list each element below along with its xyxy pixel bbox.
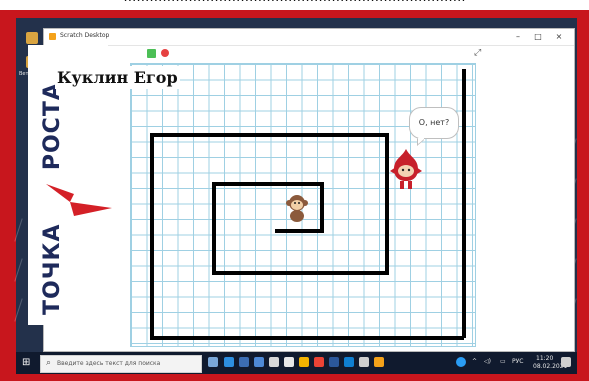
window-title: Scratch Desktop (60, 32, 110, 39)
red-creature-sprite-icon[interactable] (388, 147, 424, 191)
volume-icon[interactable]: ◁) (484, 358, 491, 365)
windows-start-icon[interactable]: ⊞ (22, 357, 33, 368)
help-icon[interactable] (456, 357, 466, 367)
network-icon[interactable]: ▭ (500, 358, 506, 365)
edge-icon[interactable] (224, 357, 234, 367)
minimize-button[interactable]: – (511, 31, 525, 42)
app-icon-2[interactable] (254, 357, 264, 367)
logo-word-rosta: РОСТА (40, 82, 65, 171)
notifications-icon[interactable] (561, 357, 571, 367)
taskbar: ⊞ ⌕ Введите здесь текст для поиска ^ ◁) … (16, 352, 577, 374)
chrome-icon[interactable] (314, 357, 324, 367)
folder-icon[interactable] (299, 357, 309, 367)
language-indicator[interactable]: РУС (512, 358, 523, 365)
desktop-folder-icon[interactable] (26, 32, 38, 44)
word-icon[interactable] (329, 357, 339, 367)
search-input[interactable]: Введите здесь текст для поиска (57, 360, 160, 367)
scratch-app-icon (49, 33, 56, 40)
close-button[interactable]: × (552, 31, 566, 42)
app-icon-1[interactable] (239, 357, 249, 367)
stop-button[interactable] (161, 49, 169, 57)
app-icon-3[interactable] (344, 357, 354, 367)
stage-toolbar: ⤢ (44, 46, 574, 62)
settings-icon[interactable] (359, 357, 369, 367)
speech-bubble: О, нет? (409, 107, 459, 139)
logo-wordmark: ТОЧКА РОСТА (40, 82, 65, 315)
mail-icon[interactable] (284, 357, 294, 367)
maximize-button[interactable]: □ (531, 31, 545, 42)
taskbar-search-box[interactable]: ⌕ Введите здесь текст для поиска (40, 355, 202, 373)
slash-decor (14, 218, 23, 242)
window-titlebar[interactable]: Scratch Desktop – □ × (44, 29, 574, 46)
slash-decor (14, 298, 23, 322)
author-name: Куклин Егор (55, 66, 180, 89)
scratch-taskbar-icon[interactable] (374, 357, 384, 367)
logo-word-tochka: ТОЧКА (40, 223, 65, 316)
caption-dots: ……………………………………………………………………. (0, 0, 589, 8)
task-view-icon[interactable] (208, 357, 218, 367)
monkey-sprite-icon[interactable] (283, 193, 311, 223)
slash-decor (14, 258, 23, 282)
fullscreen-button[interactable]: ⤢ (474, 48, 481, 58)
tray-chevron-icon[interactable]: ^ (472, 358, 477, 365)
store-icon[interactable] (269, 357, 279, 367)
search-icon: ⌕ (46, 358, 52, 368)
clock-time[interactable]: 11:20 (536, 355, 553, 362)
green-flag-button[interactable] (147, 49, 156, 58)
